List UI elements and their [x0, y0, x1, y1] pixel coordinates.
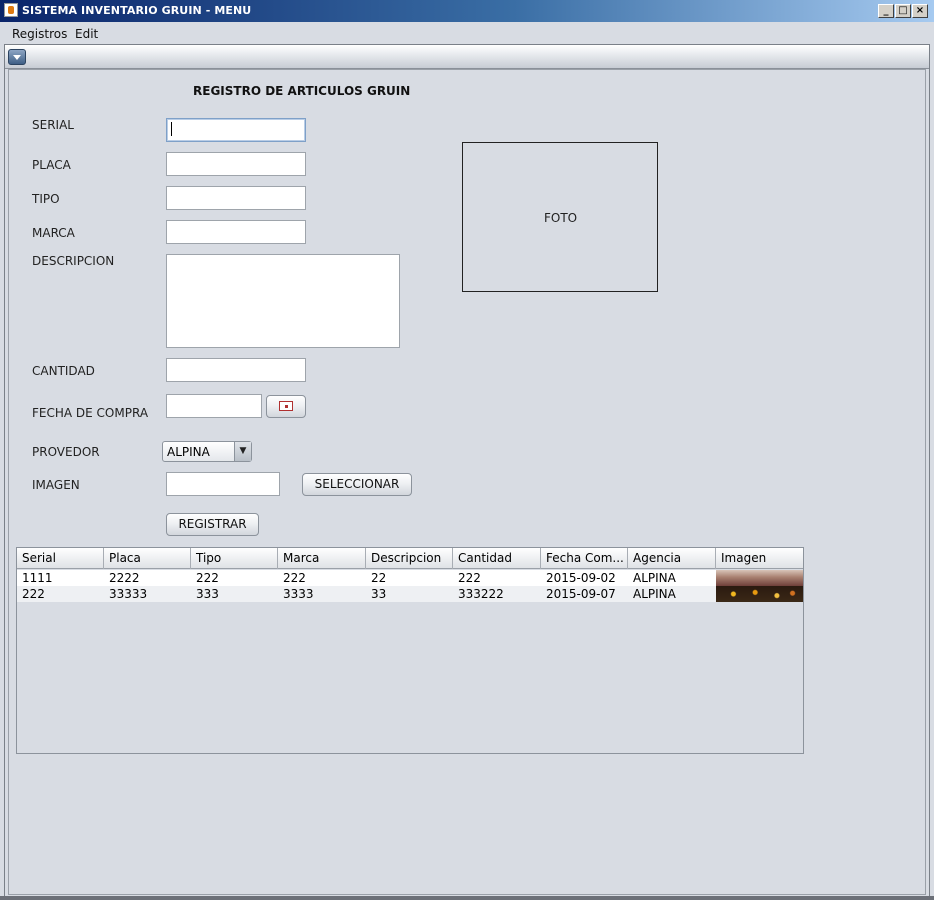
- table-cell: 33333: [109, 587, 148, 601]
- app-icon: [4, 3, 18, 17]
- internal-frame-header: [5, 45, 929, 69]
- window-bottom-edge: [0, 896, 934, 900]
- label-marca: MARCA: [32, 226, 75, 240]
- close-button[interactable]: ×: [912, 4, 928, 18]
- column-header-cantidad[interactable]: Cantidad: [453, 548, 541, 569]
- registrar-button[interactable]: REGISTRAR: [166, 513, 259, 536]
- label-descripcion: DESCRIPCION: [32, 254, 115, 268]
- column-header-serial[interactable]: Serial: [17, 548, 104, 569]
- image-thumbnail: [716, 586, 803, 602]
- placa-input[interactable]: [166, 152, 306, 176]
- menu-registros[interactable]: Registros: [12, 27, 67, 41]
- maximize-button[interactable]: □: [895, 4, 911, 18]
- table-cell: 2222: [109, 571, 140, 585]
- table-cell: 222: [196, 571, 219, 585]
- label-tipo: TIPO: [32, 192, 60, 206]
- label-imagen: IMAGEN: [32, 478, 80, 492]
- table-cell: 3333: [283, 587, 314, 601]
- table-cell: ALPINA: [633, 571, 676, 585]
- label-serial: SERIAL: [32, 118, 74, 132]
- photo-label: FOTO: [544, 211, 578, 225]
- image-thumbnail: [716, 570, 803, 586]
- column-header-placa[interactable]: Placa: [104, 548, 191, 569]
- imagen-input[interactable]: [166, 472, 280, 496]
- menu-edit[interactable]: Edit: [75, 27, 98, 41]
- form-title: REGISTRO DE ARTICULOS GRUIN: [193, 84, 411, 98]
- table-cell: 222: [458, 571, 481, 585]
- label-cantidad: CANTIDAD: [32, 364, 95, 378]
- column-header-agencia[interactable]: Agencia: [628, 548, 716, 569]
- column-header-tipo[interactable]: Tipo: [191, 548, 278, 569]
- table-cell: 33: [371, 587, 387, 601]
- cantidad-input[interactable]: [166, 358, 306, 382]
- proveedor-selected-value: ALPINA: [167, 445, 210, 459]
- label-placa: PLACA: [32, 158, 71, 172]
- menu-bar: Registros Edit: [0, 22, 934, 44]
- calendar-icon: [279, 401, 293, 411]
- serial-input[interactable]: [166, 118, 306, 142]
- table-cell: 333: [196, 587, 219, 601]
- dropdown-arrow-icon[interactable]: ▼: [234, 442, 251, 461]
- label-fecha-compra: FECHA DE COMPRA: [32, 406, 149, 420]
- column-header-marca[interactable]: Marca: [278, 548, 366, 569]
- table-cell: 333222: [458, 587, 504, 601]
- descripcion-textarea[interactable]: [166, 254, 400, 348]
- table-cell: 222: [22, 587, 45, 601]
- table-cell: 22: [371, 571, 387, 585]
- column-header-descripcion[interactable]: Descripcion: [366, 548, 453, 569]
- text-caret: [171, 122, 172, 136]
- window-title: SISTEMA INVENTARIO GRUIN - MENU: [22, 4, 252, 17]
- title-bar: SISTEMA INVENTARIO GRUIN - MENU _ □ ×: [0, 0, 934, 22]
- frame-menu-icon[interactable]: [8, 49, 26, 65]
- column-header-imagen[interactable]: Imagen: [716, 548, 803, 569]
- seleccionar-button[interactable]: SELECCIONAR: [302, 473, 412, 496]
- marca-input[interactable]: [166, 220, 306, 244]
- tipo-input[interactable]: [166, 186, 306, 210]
- table-cell: 2015-09-02: [546, 571, 616, 585]
- fecha-compra-input[interactable]: [166, 394, 262, 418]
- column-header-fecha-compra[interactable]: Fecha Com...: [541, 548, 628, 569]
- label-proveedor: PROVEDOR: [32, 445, 100, 459]
- minimize-button[interactable]: _: [878, 4, 894, 18]
- table-cell: 1111: [22, 571, 53, 585]
- table-cell: 2015-09-07: [546, 587, 616, 601]
- table-cell: ALPINA: [633, 587, 676, 601]
- table-cell: 222: [283, 571, 306, 585]
